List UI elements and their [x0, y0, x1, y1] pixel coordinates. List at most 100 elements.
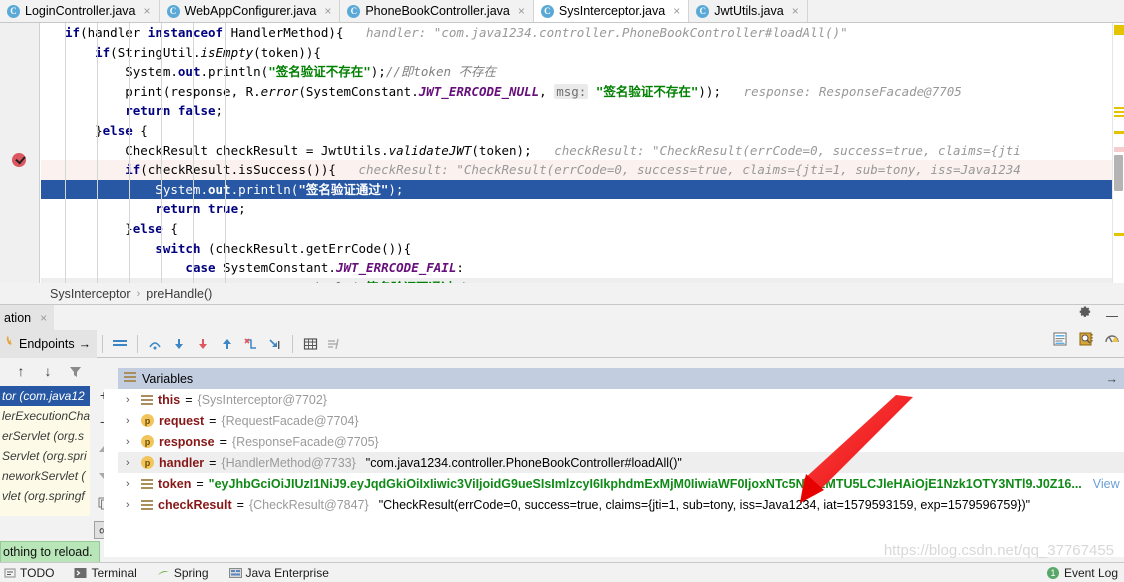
- editor-marker-bar[interactable]: [1112, 23, 1124, 283]
- frame-up-icon[interactable]: ↑: [11, 362, 31, 380]
- code-line[interactable]: return false;: [41, 101, 1116, 121]
- code-line[interactable]: return true;: [41, 199, 1116, 219]
- code-line[interactable]: }else {: [41, 121, 1116, 141]
- frame-row[interactable]: neworkServlet (: [0, 466, 90, 486]
- code-line[interactable]: if(handler instanceof HandlerMethod){ ha…: [41, 23, 1116, 43]
- code-token: {: [162, 220, 178, 236]
- spring-icon: [157, 570, 169, 575]
- variable-row[interactable]: › checkResult = {CheckResult@7847} "CheckR…: [118, 494, 1124, 515]
- code-token: else: [132, 220, 163, 236]
- variable-value: "com.java1234.controller.PhoneBookContro…: [365, 455, 682, 470]
- code-line[interactable]: if(checkResult.isSuccess()){ checkResult…: [41, 160, 1116, 180]
- editor-tab-1[interactable]: C WebAppConfigurer.java ×: [159, 0, 341, 22]
- force-step-into-button[interactable]: [191, 332, 215, 356]
- code-line[interactable]: print(response, R.error(SystemConstant.J…: [41, 82, 1116, 102]
- breakpoint-icon[interactable]: [12, 153, 26, 167]
- code-token: checkResult: "CheckResult(errCode=0, suc…: [531, 142, 1021, 158]
- close-icon[interactable]: ×: [324, 5, 331, 17]
- code-line[interactable]: if(StringUtil.isEmpty(token)){: [41, 43, 1116, 63]
- local-variable-icon: [141, 477, 153, 490]
- chevron-right-icon[interactable]: ›: [126, 478, 136, 490]
- chevron-right-icon[interactable]: ›: [126, 436, 136, 448]
- code-token: if: [125, 162, 141, 178]
- frame-row[interactable]: lerExecutionCha: [0, 406, 90, 426]
- gear-icon[interactable]: [1077, 304, 1092, 322]
- code-token: instanceof: [147, 25, 224, 40]
- evaluate-expression-button[interactable]: [298, 332, 322, 356]
- profiler-icon[interactable]: [1104, 331, 1120, 350]
- code-token: error: [260, 83, 299, 99]
- chevron-right-icon[interactable]: ›: [126, 457, 136, 469]
- expand-right-icon[interactable]: →: [1106, 372, 1119, 386]
- close-icon[interactable]: ×: [792, 5, 799, 17]
- code-token: return false: [125, 103, 216, 119]
- variable-row[interactable]: › token = "eyJhbGciOiJIUzI1NiJ9.eyJqdGkiO…: [118, 473, 1124, 494]
- debug-toolbar: Endpoints →: [0, 329, 1124, 358]
- event-log-button[interactable]: 1 Event Log: [1046, 566, 1118, 580]
- event-count-badge: 1: [1046, 567, 1059, 579]
- variable-row[interactable]: › this = {SysInterceptor@7702}: [118, 389, 1124, 410]
- status-item-terminal[interactable]: Terminal: [74, 566, 137, 580]
- editor-tab-3[interactable]: C SysInterceptor.java ×: [533, 0, 690, 22]
- variables-icon: [124, 371, 136, 386]
- step-into-button[interactable]: [167, 332, 191, 356]
- code-line[interactable]: }else {: [41, 219, 1116, 239]
- memory-view-icon[interactable]: [1078, 331, 1094, 350]
- editor-gutter[interactable]: [0, 23, 40, 283]
- editor-tab-0[interactable]: C LoginController.java ×: [0, 0, 160, 22]
- editor-tab-2[interactable]: C PhoneBookController.java ×: [340, 0, 534, 22]
- editor-tab-4[interactable]: C JwtUtils.java ×: [689, 0, 808, 22]
- chevron-right-icon[interactable]: ›: [126, 415, 136, 427]
- code-line[interactable]: System.out.println("签名验证不存在");//即token 不…: [41, 62, 1116, 82]
- view-value-link[interactable]: View: [1093, 477, 1120, 491]
- close-icon[interactable]: ×: [144, 5, 151, 17]
- variable-row[interactable]: › p handler = {HandlerMethod@7733} "com.jav…: [118, 452, 1124, 473]
- minimize-icon[interactable]: [1106, 316, 1118, 317]
- variable-row[interactable]: › p response = {ResponseFacade@7705}: [118, 431, 1124, 452]
- status-item-spring[interactable]: Spring: [157, 566, 209, 580]
- endpoints-tab[interactable]: Endpoints →: [0, 329, 98, 358]
- breadcrumb-class[interactable]: SysInterceptor: [50, 287, 131, 301]
- frame-row[interactable]: vlet (org.springf: [0, 486, 90, 506]
- code-editor[interactable]: if(handler instanceof HandlerMethod){ ha…: [0, 23, 1124, 283]
- code-line[interactable]: switch (checkResult.getErrCode()){: [41, 239, 1116, 259]
- drop-frame-button[interactable]: [239, 332, 263, 356]
- code-token: JWT_ERRCODE_NULL: [418, 83, 540, 99]
- indent-guide: [65, 23, 66, 283]
- console-icon[interactable]: [1052, 331, 1068, 350]
- close-icon[interactable]: ×: [673, 5, 680, 17]
- step-out-button[interactable]: [215, 332, 239, 356]
- close-icon[interactable]: ×: [40, 312, 47, 324]
- frames-list[interactable]: tor (com.java12 lerExecutionCha erServlet …: [0, 386, 90, 516]
- close-icon[interactable]: ×: [518, 5, 525, 17]
- filter-frames-icon[interactable]: [65, 362, 85, 380]
- variable-reference: {RequestFacade@7704}: [221, 413, 359, 428]
- variable-row[interactable]: › p request = {RequestFacade@7704}: [118, 410, 1124, 431]
- debug-session-tab[interactable]: ation ×: [0, 305, 55, 330]
- variables-header: Variables →: [118, 368, 1124, 389]
- frame-row[interactable]: Servlet (org.spri: [0, 446, 90, 466]
- idea-window: C LoginController.java × C WebAppConfigu…: [0, 0, 1124, 582]
- variables-list[interactable]: › this = {SysInterceptor@7702} › p request =…: [118, 389, 1124, 557]
- code-line[interactable]: case SystemConstant.JWT_ERRCODE_FAIL:: [41, 258, 1116, 278]
- frame-row[interactable]: tor (com.java12: [0, 386, 90, 406]
- run-to-cursor-button[interactable]: [263, 332, 287, 356]
- show-execution-point-button[interactable]: [108, 332, 132, 356]
- status-item-java-enterprise[interactable]: Java Enterprise: [228, 566, 329, 580]
- chevron-right-icon[interactable]: ›: [126, 394, 136, 406]
- breadcrumb-method[interactable]: preHandle(): [146, 287, 212, 301]
- code-content[interactable]: if(handler instanceof HandlerMethod){ ha…: [41, 23, 1116, 283]
- toolwindow-buttons: [1077, 304, 1118, 322]
- status-item-todo[interactable]: TODO: [4, 566, 54, 580]
- reload-notification[interactable]: othing to reload.: [0, 541, 100, 563]
- code-line[interactable]: System.out.println("签名验证通过");: [41, 179, 1116, 200]
- code-token: //即token 不存在: [385, 64, 497, 80]
- frame-row[interactable]: erServlet (org.s: [0, 426, 90, 446]
- trace-stream-chain-button[interactable]: [322, 332, 346, 356]
- chevron-right-icon[interactable]: ›: [126, 499, 136, 511]
- step-over-button[interactable]: [143, 332, 167, 356]
- frame-down-icon[interactable]: ↓: [38, 362, 58, 380]
- code-line[interactable]: CheckResult checkResult = JwtUtils.valid…: [41, 141, 1116, 161]
- editor-scrollbar-thumb[interactable]: [1114, 155, 1123, 191]
